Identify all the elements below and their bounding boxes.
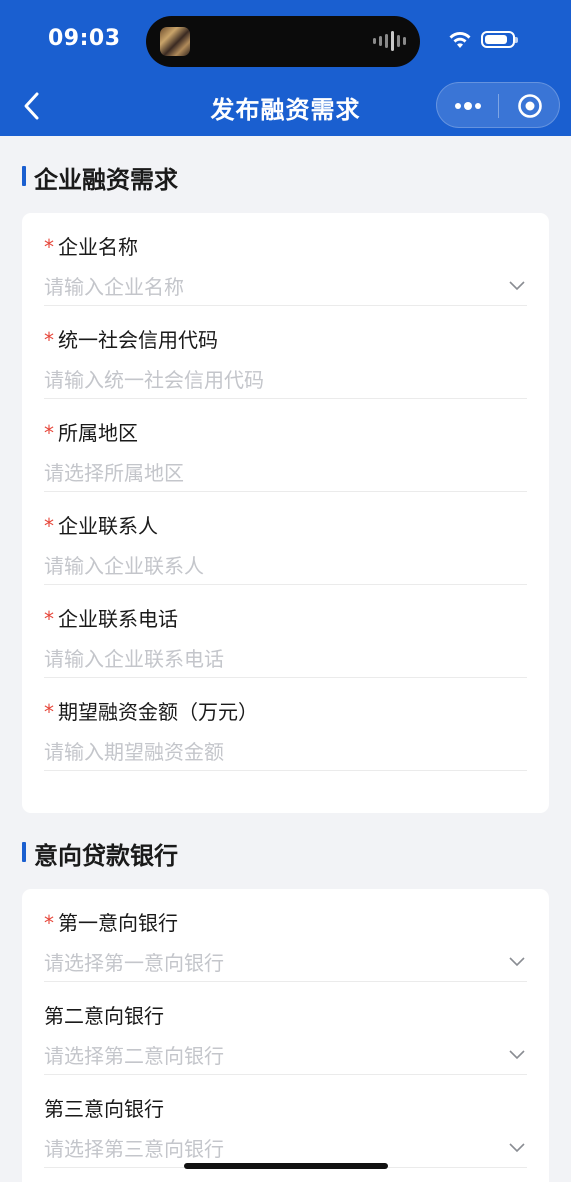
field-contact-person[interactable]: * 企业联系人 xyxy=(44,492,527,585)
field-label: * 期望融资金额（万元） xyxy=(44,700,258,724)
financing-form-card: *企业名称 *统一社会信用代码 *所属地区 *企业联系人 *企业联系电话 *期望… xyxy=(22,213,549,813)
dynamic-island xyxy=(146,16,420,67)
capsule-divider xyxy=(498,94,499,118)
field-credit-code[interactable]: * 统一社会信用代码 xyxy=(44,306,527,399)
chevron-down-icon[interactable] xyxy=(509,1143,525,1153)
field-company-name[interactable]: * 企业名称 xyxy=(44,213,527,306)
chevron-down-icon[interactable] xyxy=(509,281,525,291)
miniprogram-capsule xyxy=(436,82,560,128)
banks-form-card: *第一意向银行 第二意向银行 第三意向银行 xyxy=(22,889,549,1182)
field-region[interactable]: * 所属地区 xyxy=(44,399,527,492)
bank-1-select[interactable] xyxy=(44,951,484,975)
credit-code-input[interactable] xyxy=(44,368,484,392)
company-name-select[interactable] xyxy=(44,275,484,299)
bank-2-select[interactable] xyxy=(44,1044,484,1068)
section-title-banks: 意向贷款银行 xyxy=(22,836,178,871)
field-label: * 统一社会信用代码 xyxy=(44,328,218,352)
now-playing-artwork xyxy=(160,27,190,56)
wifi-icon xyxy=(449,32,471,48)
field-label: * 第一意向银行 xyxy=(44,911,178,935)
contact-phone-input[interactable] xyxy=(44,647,484,671)
region-picker[interactable] xyxy=(44,461,484,485)
field-label: 第二意向银行 xyxy=(44,1004,164,1028)
chevron-down-icon[interactable] xyxy=(509,1050,525,1060)
home-indicator xyxy=(184,1163,388,1169)
field-label: * 企业联系电话 xyxy=(44,607,178,631)
more-icon[interactable] xyxy=(453,97,483,115)
field-bank-2[interactable]: 第二意向银行 xyxy=(44,982,527,1075)
chevron-down-icon[interactable] xyxy=(509,957,525,967)
battery-icon xyxy=(481,31,518,48)
field-bank-1[interactable]: * 第一意向银行 xyxy=(44,889,527,982)
field-label: 第三意向银行 xyxy=(44,1097,164,1121)
field-label: * 企业联系人 xyxy=(44,514,158,538)
field-financing-amount[interactable]: * 期望融资金额（万元） xyxy=(44,678,527,771)
field-label: * 企业名称 xyxy=(44,235,138,259)
contact-person-input[interactable] xyxy=(44,554,484,578)
app-header: 09:03 发布融资需求 xyxy=(0,0,571,136)
section-title-financing: 企业融资需求 xyxy=(22,160,178,195)
bank-3-select[interactable] xyxy=(44,1137,484,1161)
field-contact-phone[interactable]: * 企业联系电话 xyxy=(44,585,527,678)
status-time: 09:03 xyxy=(48,26,121,51)
audio-wave-icon xyxy=(373,30,406,52)
financing-amount-input[interactable] xyxy=(44,740,484,764)
target-icon[interactable] xyxy=(517,93,543,119)
field-label: * 所属地区 xyxy=(44,421,138,445)
field-bank-3[interactable]: 第三意向银行 xyxy=(44,1075,527,1168)
